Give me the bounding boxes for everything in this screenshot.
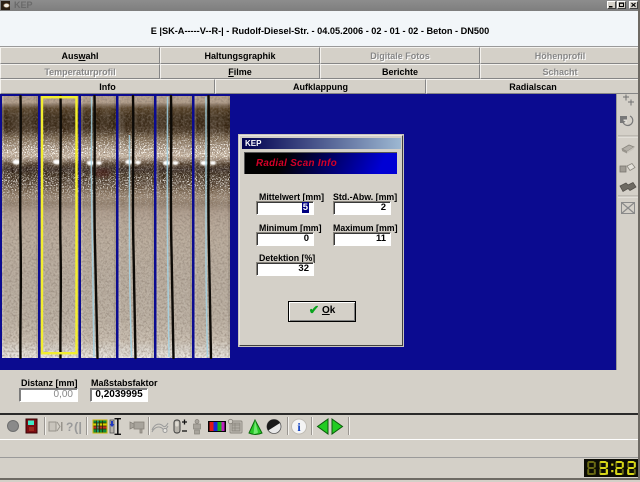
svg-text:?: ? — [66, 420, 73, 434]
svg-text:(|: (| — [74, 420, 82, 435]
